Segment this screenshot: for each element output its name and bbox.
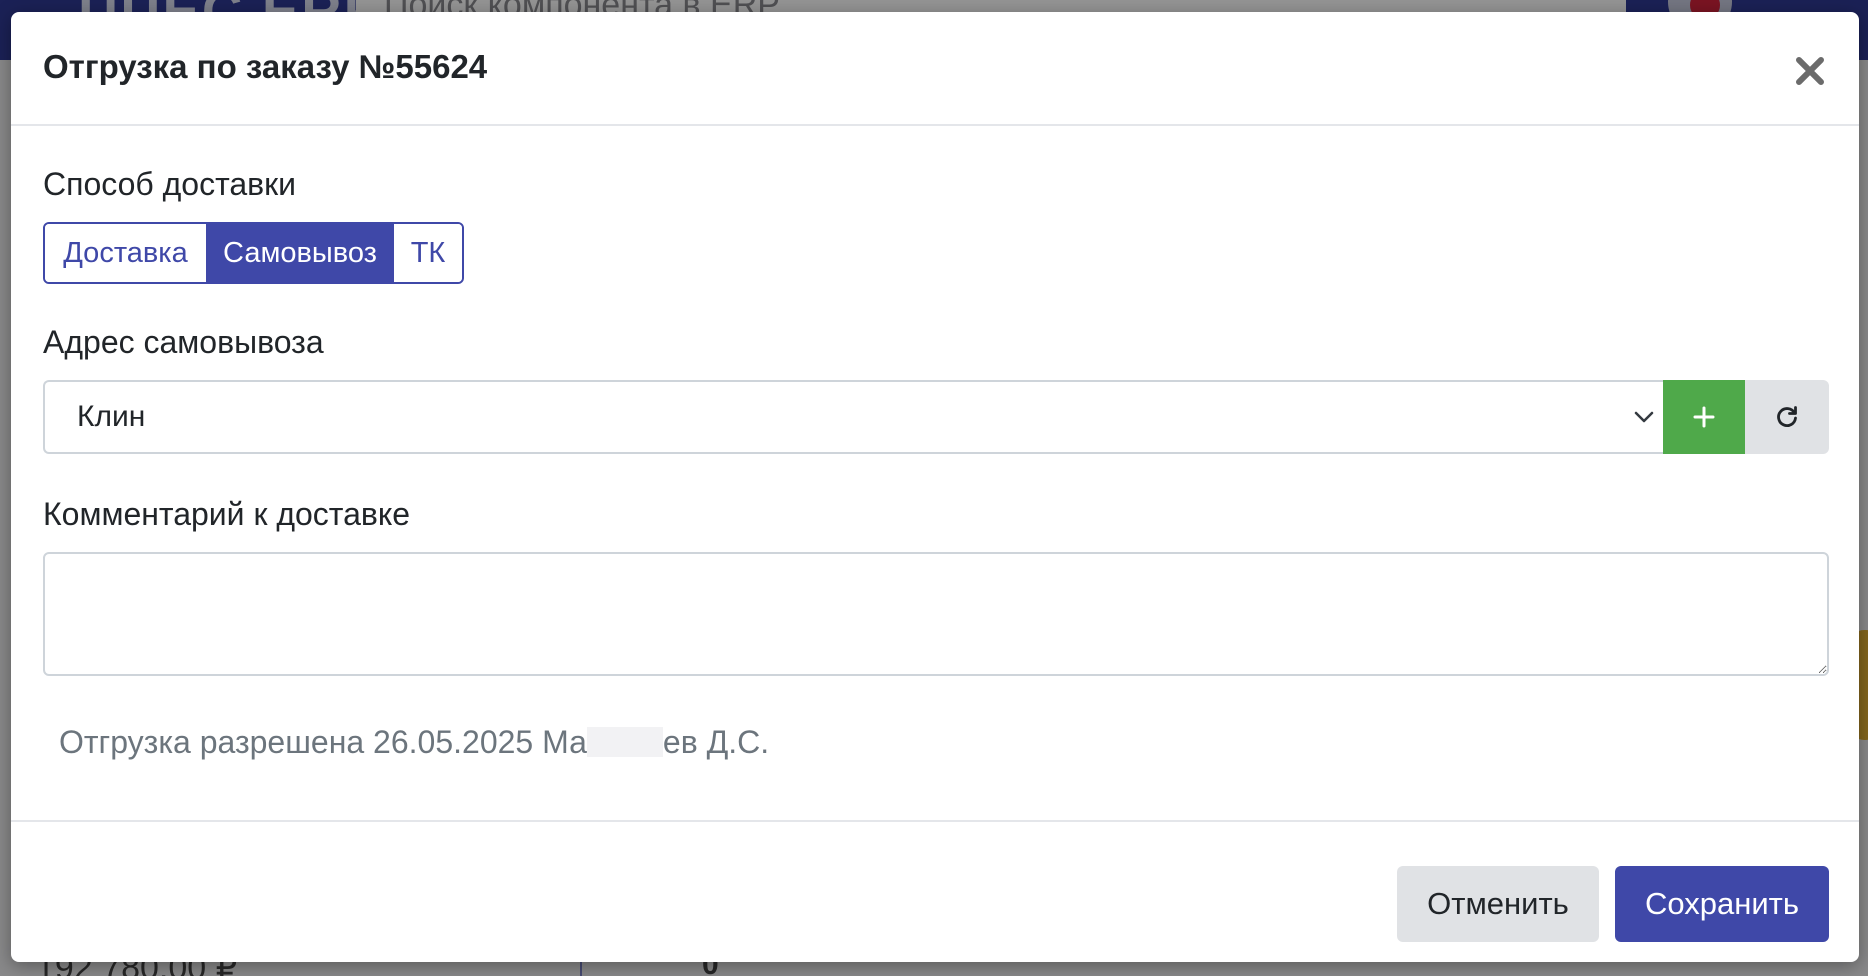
delivery-option-pickup[interactable]: Самовывоз xyxy=(206,224,392,282)
comment-label: Комментарий к доставке xyxy=(43,496,411,532)
plus-icon xyxy=(1693,406,1715,428)
pickup-address-label: Адрес самовывоза xyxy=(43,324,324,360)
add-address-button[interactable] xyxy=(1663,380,1745,454)
shipment-status-suffix: ев Д.С. xyxy=(662,724,770,760)
refresh-icon xyxy=(1777,406,1797,427)
comment-textarea[interactable] xyxy=(43,552,1829,676)
modal-footer: Отменить Сохранить xyxy=(11,820,1859,964)
shipment-modal: Отгрузка по заказу №55624 Способ доставк… xyxy=(11,12,1859,962)
pickup-address-select[interactable]: Клин xyxy=(43,380,1663,454)
delivery-option-delivery[interactable]: Доставка xyxy=(45,224,206,282)
pickup-address-group: Клин xyxy=(43,380,1829,454)
cancel-button[interactable]: Отменить xyxy=(1397,866,1599,942)
close-button[interactable] xyxy=(1787,48,1833,94)
delivery-method-label: Способ доставки xyxy=(43,166,297,202)
pickup-address-value: Клин xyxy=(77,400,146,433)
chevron-down-icon xyxy=(1634,411,1654,423)
refresh-address-button[interactable] xyxy=(1745,380,1829,454)
delivery-option-tk[interactable]: ТК xyxy=(392,224,462,282)
redacted-name-block xyxy=(586,727,663,757)
save-button[interactable]: Сохранить xyxy=(1615,866,1829,942)
delivery-method-toggle: Доставка Самовывоз ТК xyxy=(43,222,464,284)
modal-header: Отгрузка по заказу №55624 xyxy=(11,12,1859,126)
shipment-status: Отгрузка разрешена 26.05.2025 Ма ев Д.С. xyxy=(59,724,769,761)
modal-title: Отгрузка по заказу №55624 xyxy=(43,48,488,85)
close-icon xyxy=(1796,57,1824,85)
shipment-status-prefix: Отгрузка разрешена 26.05.2025 Ма xyxy=(59,724,587,760)
